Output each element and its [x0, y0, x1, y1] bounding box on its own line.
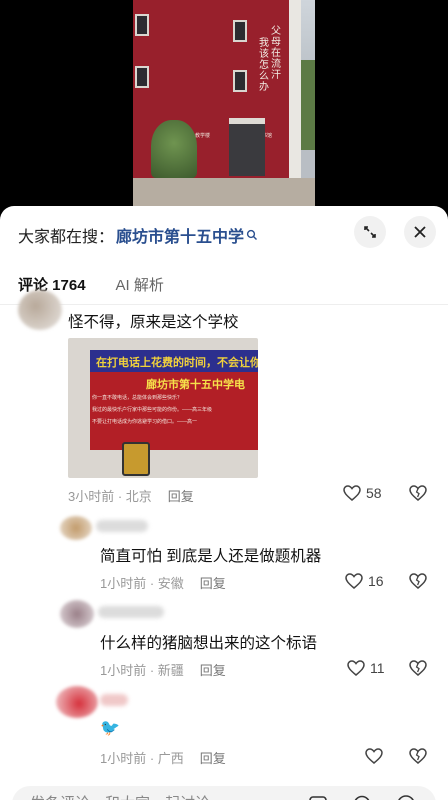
- collapse-button[interactable]: [354, 216, 386, 248]
- window: [233, 20, 247, 42]
- heart-icon: [347, 660, 365, 676]
- like-count: 16: [368, 573, 384, 589]
- search-prefix: 大家都在搜：: [18, 229, 115, 246]
- reply-button[interactable]: 回复: [200, 660, 226, 679]
- like-button[interactable]: 16: [344, 572, 384, 590]
- like-button[interactable]: 58: [342, 484, 382, 502]
- door: [229, 118, 265, 176]
- slogan-left: 我该怎么办: [259, 38, 269, 93]
- banner-top-text: 在打电话上花费的时间，不会让你: [96, 357, 258, 369]
- comment-time: 1小时前 · 新疆: [100, 663, 184, 678]
- broken-heart-icon[interactable]: [408, 659, 428, 677]
- comment-time: 3小时前 · 北京: [68, 489, 152, 504]
- emoji-sticker: 🐦: [100, 720, 120, 737]
- avatar[interactable]: [60, 516, 92, 540]
- comment-meta: 1小时前 · 安徽 回复: [100, 573, 226, 592]
- username-blurred[interactable]: [96, 520, 148, 532]
- trending-search[interactable]: 大家都在搜： 廊坊市第十五中学: [18, 224, 258, 246]
- comment-text: 简直可怕 到底是人还是做题机器: [100, 548, 322, 565]
- broken-heart-icon[interactable]: [408, 572, 428, 590]
- comment-time: 1小时前 · 安徽: [100, 576, 184, 591]
- like-count: 58: [366, 485, 382, 501]
- heart-icon: [345, 573, 363, 589]
- window: [233, 70, 247, 92]
- payphone: [122, 442, 150, 476]
- comment-time: 1小时前 · 广西: [100, 751, 184, 766]
- comment-input-bar[interactable]: 发条评论，和大家一起讨论: [12, 786, 436, 800]
- banner-line: 我过的最快乐户行家中那些可能的你份。——高三年级: [92, 407, 213, 413]
- username-blurred[interactable]: [100, 694, 128, 706]
- window: [135, 66, 149, 88]
- comment-text: 怪不得，原来是这个学校: [68, 314, 239, 331]
- plaque-left: 教学楼: [195, 133, 211, 139]
- tab-ai-analysis[interactable]: AI 解析: [116, 274, 164, 296]
- banner-line: 你一直不敢电话，总能体会到那些快乐？: [92, 395, 183, 401]
- building-side: [289, 0, 301, 178]
- comment-input[interactable]: 发条评论，和大家一起讨论: [30, 792, 210, 800]
- at-icon[interactable]: [352, 794, 372, 800]
- comment-meta: 1小时前 · 广西 回复: [100, 748, 226, 767]
- like-count: 11: [370, 660, 385, 676]
- comment-sheet: 大家都在搜： 廊坊市第十五中学 评论 1764 AI 解析 怪不得，原来是这个学…: [0, 206, 448, 800]
- broken-heart-icon[interactable]: [408, 484, 428, 502]
- reply-button[interactable]: 回复: [168, 486, 194, 505]
- collapse-icon: [364, 226, 376, 238]
- slogan-right: 父母在流汗: [271, 26, 281, 81]
- video-frame: 父母在流汗 我该怎么办 教学楼 图书馆: [133, 0, 315, 212]
- close-icon: [414, 226, 426, 238]
- reply-button[interactable]: 回复: [200, 748, 226, 767]
- avatar[interactable]: [56, 686, 98, 718]
- window: [135, 14, 149, 36]
- shrub: [151, 120, 197, 178]
- banner-title: 廊坊市第十五中学电: [146, 379, 245, 391]
- search-term-link[interactable]: 廊坊市第十五中学: [116, 223, 244, 247]
- username-blurred[interactable]: [98, 606, 164, 618]
- video-player[interactable]: 父母在流汗 我该怎么办 教学楼 图书馆: [0, 0, 448, 212]
- comment-image[interactable]: 在打电话上花费的时间，不会让你 廊坊市第十五中学电 你一直不敢电话，总能体会到那…: [68, 338, 258, 478]
- tab-divider: [0, 304, 448, 305]
- close-button[interactable]: [404, 216, 436, 248]
- image-icon[interactable]: [308, 794, 328, 800]
- comment-meta: 3小时前 · 北京 回复: [68, 486, 194, 505]
- reply-button[interactable]: 回复: [200, 573, 226, 592]
- banner-line: 不要让打电话成为你逃避学习的借口。——高一: [92, 419, 198, 425]
- search-icon: [246, 229, 258, 240]
- heart-icon[interactable]: [364, 747, 384, 765]
- avatar[interactable]: [18, 290, 62, 330]
- heart-icon: [343, 485, 361, 501]
- emoji-icon[interactable]: [396, 794, 416, 800]
- comment-text: 什么样的猪脑想出来的这个标语: [100, 635, 318, 652]
- broken-heart-icon[interactable]: [408, 747, 428, 765]
- avatar[interactable]: [60, 600, 94, 628]
- comment-meta: 1小时前 · 新疆 回复: [100, 660, 226, 679]
- like-button[interactable]: 11: [346, 659, 385, 677]
